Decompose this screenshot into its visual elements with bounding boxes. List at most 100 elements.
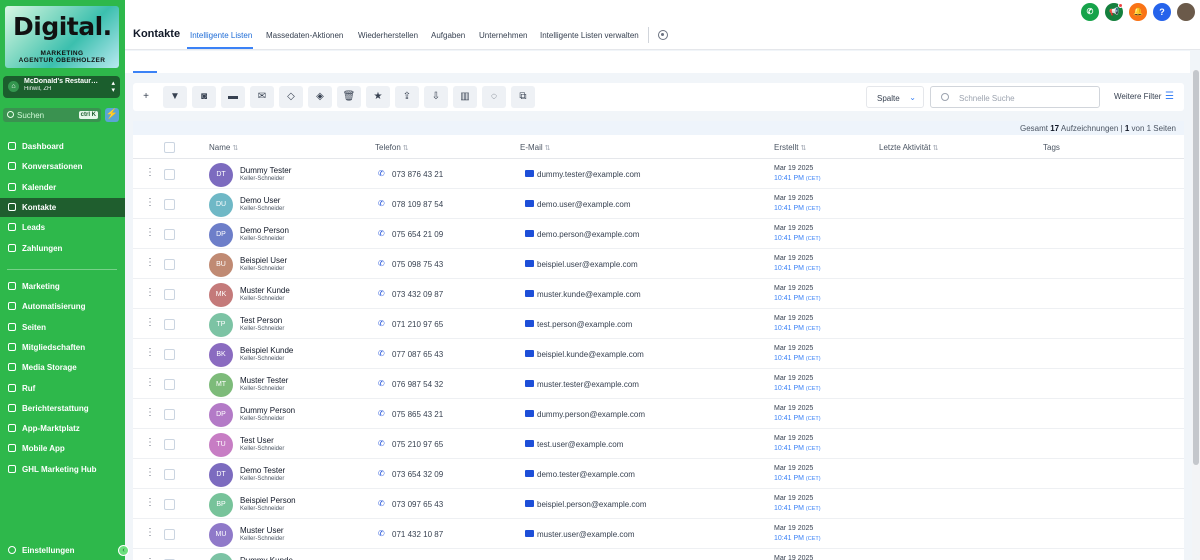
bot-icon[interactable]: ◙ xyxy=(192,86,216,108)
sidebar-item-settings[interactable]: Einstellungen xyxy=(0,542,125,560)
contact-phone[interactable]: 076 987 54 32 xyxy=(392,380,443,389)
contact-name[interactable]: Beispiel Kunde xyxy=(240,346,293,355)
row-checkbox[interactable] xyxy=(164,349,175,360)
table-row[interactable]: ⋮ MK Muster Kunde Keller-Schneider ✆ 073 432 … xyxy=(133,279,1184,309)
duplicate-icon[interactable]: ⧉ xyxy=(511,86,535,108)
row-menu-icon[interactable]: ⋮ xyxy=(145,378,155,388)
scrollbar[interactable] xyxy=(1192,70,1200,560)
table-row[interactable]: ⋮ MU Muster User Keller-Schneider ✆ 071 432 1… xyxy=(133,519,1184,549)
contact-name[interactable]: Demo Tester xyxy=(240,466,285,475)
contact-email[interactable]: demo.tester@example.com xyxy=(537,470,635,479)
avatar[interactable]: DP xyxy=(209,223,233,247)
contact-phone[interactable]: 075 865 43 21 xyxy=(392,410,443,419)
gear-icon[interactable] xyxy=(658,30,668,40)
sidebar-item-leads[interactable]: Leads xyxy=(0,218,125,237)
contact-email[interactable]: demo.person@example.com xyxy=(537,230,639,239)
avatar[interactable]: MU xyxy=(209,523,233,547)
table-row[interactable]: ⋮ BK Beispiel Kunde Keller-Schneider ✆ 077 08… xyxy=(133,339,1184,369)
contact-name[interactable]: Muster Kunde xyxy=(240,286,290,295)
filter-icon[interactable]: ▼ xyxy=(163,86,187,108)
collapse-sidebar-button[interactable]: ‹ xyxy=(118,545,129,556)
column-last-activity[interactable]: Letzte Aktivität ⇅ xyxy=(879,143,938,152)
row-menu-icon[interactable]: ⋮ xyxy=(145,438,155,448)
delete-icon[interactable]: 🗑 xyxy=(337,86,361,108)
table-row[interactable]: ⋮ BU Beispiel User Keller-Schneider ✆ 075 098… xyxy=(133,249,1184,279)
contact-email[interactable]: muster.user@example.com xyxy=(537,530,635,539)
contact-name[interactable]: Beispiel Person xyxy=(240,496,296,505)
column-email[interactable]: E-Mail ⇅ xyxy=(520,143,551,152)
table-row[interactable]: ⋮ TP Test Person Keller-Schneider ✆ 071 210 9… xyxy=(133,309,1184,339)
contact-email[interactable]: test.person@example.com xyxy=(537,320,632,329)
scrollbar-thumb[interactable] xyxy=(1193,70,1199,465)
row-checkbox[interactable] xyxy=(164,409,175,420)
table-row[interactable]: ⋮Dummy KundeMar 19 2025 xyxy=(133,549,1184,560)
row-checkbox[interactable] xyxy=(164,439,175,450)
table-row[interactable]: ⋮ TU Test User Keller-Schneider ✆ 075 210 97 … xyxy=(133,429,1184,459)
contact-name[interactable]: Muster Tester xyxy=(240,376,288,385)
import-icon[interactable]: ⇩ xyxy=(424,86,448,108)
tab-massedaten-aktionen[interactable]: Massedaten-Aktionen xyxy=(266,31,343,40)
column-created[interactable]: Erstellt ⇅ xyxy=(774,143,806,152)
row-checkbox[interactable] xyxy=(164,289,175,300)
phone-icon[interactable]: ✆ xyxy=(1081,3,1099,21)
row-checkbox[interactable] xyxy=(164,529,175,540)
contact-phone[interactable]: 073 097 65 43 xyxy=(392,500,443,509)
add-icon[interactable]: + xyxy=(134,86,158,108)
quick-add-button[interactable]: ⚡ xyxy=(105,108,119,122)
contact-email[interactable]: dummy.tester@example.com xyxy=(537,170,641,179)
avatar[interactable]: TP xyxy=(209,313,233,337)
tab-intelligente-listen-verwalten[interactable]: Intelligente Listen verwalten xyxy=(540,31,639,40)
contact-phone[interactable]: 075 098 75 43 xyxy=(392,260,443,269)
avatar[interactable]: BP xyxy=(209,493,233,517)
contact-name[interactable]: Test User xyxy=(240,436,274,445)
avatar[interactable]: TU xyxy=(209,433,233,457)
contact-phone[interactable]: 078 109 87 54 xyxy=(392,200,443,209)
contact-phone[interactable]: 073 654 32 09 xyxy=(392,470,443,479)
sidebar-item-seiten[interactable]: Seiten xyxy=(0,318,125,337)
column-name[interactable]: Name ⇅ xyxy=(209,143,238,152)
contact-name[interactable]: Test Person xyxy=(240,316,282,325)
row-menu-icon[interactable]: ⋮ xyxy=(145,318,155,328)
megaphone-icon[interactable]: 📢 xyxy=(1105,3,1123,21)
table-row[interactable]: ⋮ BP Beispiel Person Keller-Schneider ✆ 073 0… xyxy=(133,489,1184,519)
sidebar-item-mobile-app[interactable]: Mobile App xyxy=(0,439,125,458)
report-icon[interactable]: ▥ xyxy=(453,86,477,108)
contact-phone[interactable]: 071 210 97 65 xyxy=(392,320,443,329)
sidebar-item-ruf[interactable]: Ruf xyxy=(0,379,125,398)
contact-email[interactable]: beispiel.user@example.com xyxy=(537,260,638,269)
sidebar-item-ghl-marketing-hub[interactable]: GHL Marketing Hub xyxy=(0,460,125,479)
avatar[interactable] xyxy=(209,553,233,560)
sidebar-item-kontakte[interactable]: Kontakte xyxy=(0,197,125,217)
sidebar-item-automatisierung[interactable]: Automatisierung xyxy=(0,297,125,316)
account-switcher[interactable]: ⌂ McDonald's Restaur… Hinwil, ZH ▴ ▾ xyxy=(3,76,120,98)
row-menu-icon[interactable]: ⋮ xyxy=(145,348,155,358)
contact-email[interactable]: beispiel.kunde@example.com xyxy=(537,350,644,359)
contact-email[interactable]: dummy.person@example.com xyxy=(537,410,645,419)
row-checkbox[interactable] xyxy=(164,499,175,510)
email-icon[interactable]: ✉ xyxy=(250,86,274,108)
sidebar-item-berichterstattung[interactable]: Berichterstattung xyxy=(0,399,125,418)
contact-name[interactable]: Beispiel User xyxy=(240,256,287,265)
tag-add-icon[interactable]: ◇ xyxy=(279,86,303,108)
contact-name[interactable]: Dummy Kunde xyxy=(240,556,293,560)
avatar[interactable]: DT xyxy=(209,463,233,487)
table-row[interactable]: ⋮ DU Demo User Keller-Schneider ✆ 078 109 87 … xyxy=(133,189,1184,219)
row-menu-icon[interactable]: ⋮ xyxy=(145,498,155,508)
sidebar-search-input[interactable]: Suchen ctrl K xyxy=(3,108,101,122)
row-menu-icon[interactable]: ⋮ xyxy=(145,528,155,538)
row-menu-icon[interactable]: ⋮ xyxy=(145,468,155,478)
tab-unternehmen[interactable]: Unternehmen xyxy=(479,31,527,40)
row-checkbox[interactable] xyxy=(164,199,175,210)
sliders-icon[interactable]: ☰ xyxy=(1165,91,1174,102)
row-checkbox[interactable] xyxy=(164,319,175,330)
whatsapp-icon[interactable]: ◌ xyxy=(482,86,506,108)
avatar[interactable]: DT xyxy=(209,163,233,187)
contact-name[interactable]: Dummy Tester xyxy=(240,166,291,175)
avatar[interactable]: BU xyxy=(209,253,233,277)
message-icon[interactable]: ▬ xyxy=(221,86,245,108)
row-menu-icon[interactable]: ⋮ xyxy=(145,198,155,208)
column-phone[interactable]: Telefon ⇅ xyxy=(375,143,409,152)
row-checkbox[interactable] xyxy=(164,229,175,240)
table-row[interactable]: ⋮ DP Demo Person Keller-Schneider ✆ 075 654 2… xyxy=(133,219,1184,249)
help-icon[interactable]: ? xyxy=(1153,3,1171,21)
